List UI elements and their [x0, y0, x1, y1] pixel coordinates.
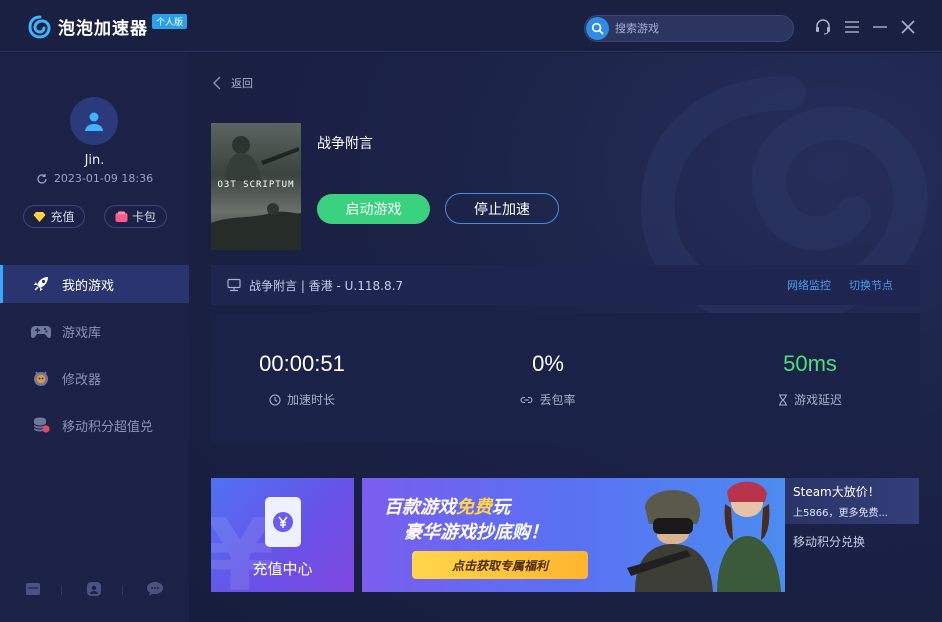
chat-icon[interactable]: [146, 580, 164, 598]
divider: [61, 585, 62, 595]
wallet-button[interactable]: 卡包: [104, 205, 167, 228]
expiry-date: 2023-01-09 18:36: [53, 172, 154, 185]
stat-label: 丢包率: [539, 393, 576, 407]
server-icon: [227, 278, 241, 292]
tool-icon: [30, 367, 52, 389]
promo-banner[interactable]: 百款游戏免费玩 豪华游戏抄底购！ 点击获取专属福利: [362, 478, 785, 592]
brand: 泡泡加速器 个人版: [28, 14, 188, 39]
nav-label: 修改器: [62, 372, 102, 388]
steam-sale-subtitle: 上5866，更多免费...: [793, 508, 888, 519]
steam-sale-title: Steam大放价！: [793, 485, 880, 499]
main-panel: 返回 O3T SCRIPTUM 战争附言 启动游戏 停止加速 战争附言 | 香港…: [189, 53, 942, 622]
gamepad-icon: [30, 320, 52, 342]
menu-icon[interactable]: [843, 18, 861, 36]
steam-sale-card[interactable]: Steam大放价！ 上5866，更多免费...: [785, 478, 919, 524]
promo-headline: 百款游戏免费玩: [384, 493, 510, 519]
start-game-button[interactable]: 启动游戏: [317, 194, 430, 224]
stat-label: 加速时长: [286, 393, 335, 407]
avatar[interactable]: [70, 97, 118, 145]
promo-headline-pre: 百款游戏: [384, 497, 456, 518]
stat-duration: 00:00:51 加速时长: [202, 351, 402, 408]
rocket-icon: [30, 273, 52, 295]
app-name: 泡泡加速器: [58, 19, 148, 39]
nav-item-game-library[interactable]: 游戏库: [0, 312, 189, 350]
minimize-icon[interactable]: [871, 18, 889, 36]
link-icon: [520, 396, 534, 403]
promo-subheadline: 豪华游戏抄底购！: [404, 522, 548, 543]
promo-headline-post: 玩: [492, 497, 510, 518]
yen-card-icon: [265, 497, 301, 547]
coins-icon: [30, 414, 52, 436]
stat-value: 50ms: [783, 351, 837, 376]
promo-headline-highlight: 免费: [456, 497, 492, 518]
recharge-center-label: 充值中心: [252, 560, 313, 578]
recharge-center-banner[interactable]: ¥ 充值中心: [211, 478, 354, 592]
stat-latency: 50ms 游戏延迟: [710, 351, 910, 408]
wallet-label: 卡包: [131, 210, 156, 224]
stop-acceleration-button[interactable]: 停止加速: [445, 193, 559, 224]
wallet-icon: [115, 211, 128, 222]
promo-cta-button[interactable]: 点击获取专属福利: [412, 551, 588, 579]
sidebar: Jin. 2023-01-09 18:36 充值 卡包 我的游戏 游戏库 修改器…: [0, 53, 189, 622]
nav-item-my-games[interactable]: 我的游戏: [0, 265, 189, 303]
app-logo-icon: [28, 15, 51, 39]
nav-label: 我的游戏: [62, 278, 115, 294]
clock-icon: [269, 393, 281, 406]
girl-character-illustration: [717, 481, 781, 592]
close-icon[interactable]: [899, 18, 917, 36]
game-cover: O3T SCRIPTUM: [211, 123, 301, 250]
stat-value: 00:00:51: [259, 351, 345, 376]
stat-label: 游戏延迟: [793, 393, 842, 407]
divider: [122, 585, 123, 595]
stat-packet-loss: 0% 丢包率: [448, 351, 648, 408]
edition-badge: 个人版: [152, 14, 188, 29]
recharge-button[interactable]: 充值: [23, 205, 85, 228]
community-icon[interactable]: [85, 580, 103, 598]
username: Jin.: [84, 153, 105, 168]
nav-item-points-exchange[interactable]: 移动积分超值兑: [0, 406, 189, 444]
search-icon[interactable]: [586, 17, 609, 40]
node-info: 战争附言 | 香港 - U.118.8.7: [249, 278, 404, 293]
search-box[interactable]: [584, 15, 794, 42]
switch-node-link[interactable]: 切换节点: [849, 277, 893, 293]
hourglass-icon: [778, 393, 787, 406]
recharge-label: 充值: [50, 210, 75, 224]
node-info-bar: 战争附言 | 香港 - U.118.8.7 网络监控 切换节点: [211, 265, 920, 305]
title-bar: 泡泡加速器 个人版: [0, 0, 942, 52]
user-icon: [85, 112, 103, 131]
mail-icon[interactable]: [24, 580, 42, 598]
chevron-left-icon: [213, 76, 221, 90]
stats-panel: 00:00:51 加速时长 0% 丢包率 50ms 游戏延迟: [211, 313, 920, 443]
back-button[interactable]: 返回: [213, 75, 253, 91]
stat-value: 0%: [532, 351, 564, 376]
diamond-icon: [33, 211, 46, 222]
nav-label: 移动积分超值兑: [62, 419, 154, 435]
soldier-character-illustration: [627, 490, 713, 592]
game-title: 战争附言: [317, 136, 373, 152]
support-headset-icon[interactable]: [814, 18, 832, 36]
network-monitor-link[interactable]: 网络监控: [787, 277, 831, 293]
side-promo[interactable]: Steam大放价！ 上5866，更多免费... 移动积分兑换: [785, 478, 942, 592]
nav-label: 游戏库: [62, 325, 102, 341]
nav-item-modifier[interactable]: 修改器: [0, 359, 189, 397]
search-input[interactable]: [615, 18, 785, 39]
refresh-icon[interactable]: [36, 173, 48, 185]
back-label: 返回: [231, 77, 253, 90]
expiry: 2023-01-09 18:36: [0, 172, 189, 185]
points-exchange-link[interactable]: 移动积分兑换: [793, 533, 865, 550]
cover-title: O3T SCRIPTUM: [217, 180, 295, 190]
